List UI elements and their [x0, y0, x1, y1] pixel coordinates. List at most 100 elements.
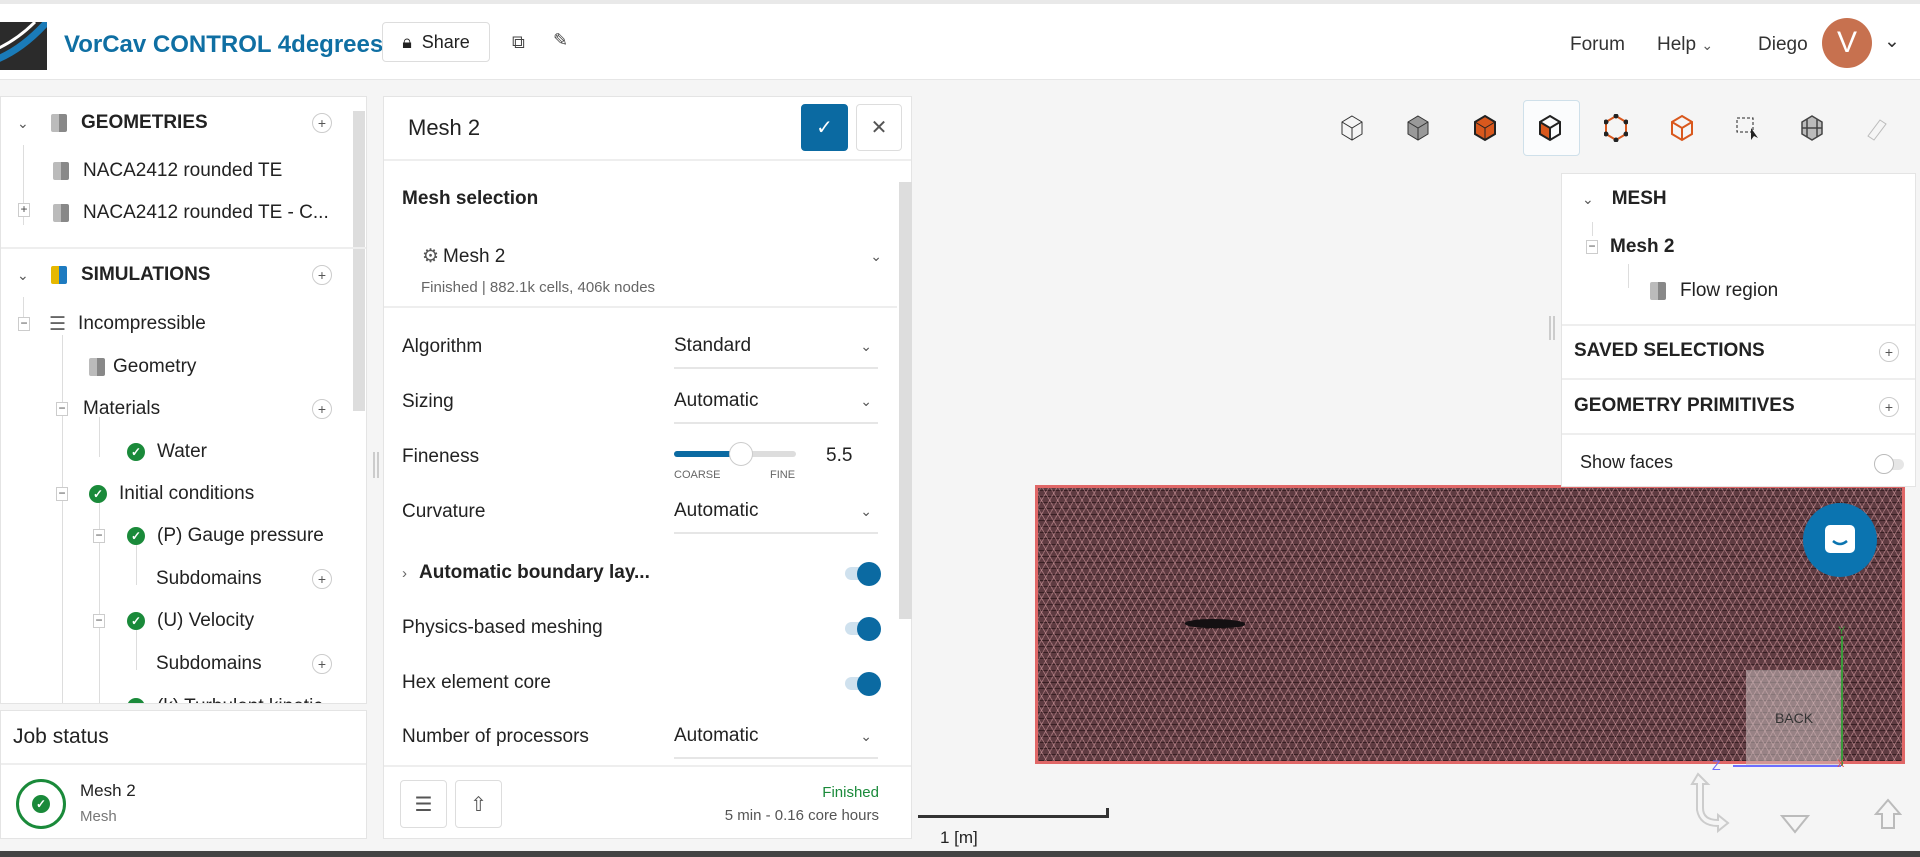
tree-item-velocity[interactable]: ✓(U) Velocity — [1, 601, 351, 641]
edge-select-icon[interactable] — [1662, 110, 1702, 146]
tree-item-incompressible[interactable]: ☰Incompressible — [1, 304, 351, 344]
algorithm-dropdown[interactable]: Standard⌄ — [674, 325, 878, 369]
copy-icon[interactable]: ⧉ — [512, 32, 525, 53]
simulations-header[interactable]: ⌄ SIMULATIONS — [1, 255, 351, 295]
geometry-primitives-header[interactable]: GEOMETRY PRIMITIVES — [1574, 395, 1915, 417]
share-label: Share — [422, 32, 470, 53]
processors-dropdown[interactable]: Automatic⌄ — [674, 715, 878, 759]
item-label: Water — [157, 441, 207, 463]
hex-core-toggle[interactable] — [841, 672, 881, 694]
mesh-info: Finished | 882.1k cells, 406k nodes — [421, 279, 655, 296]
tree-item-geometry-assignment[interactable]: Geometry — [1, 347, 351, 387]
scale-bar — [918, 815, 1108, 818]
tree-item-turbulent[interactable]: ✓(k) Turbulent kinetic... — [1, 687, 351, 704]
sizing-dropdown[interactable]: Automatic ⌄ — [674, 380, 878, 424]
region-cube-icon — [1650, 282, 1666, 300]
item-label: Initial conditions — [119, 483, 254, 505]
item-label: NACA2412 rounded TE — [83, 160, 282, 182]
flow-region-item[interactable]: Flow region — [1650, 280, 1915, 302]
tree-item-subdomains[interactable]: Subdomains — [1, 559, 351, 599]
tree-item-water[interactable]: ✓Water — [1, 432, 351, 472]
user-name[interactable]: Diego — [1758, 34, 1808, 56]
view-down-triangle-icon[interactable] — [1780, 814, 1810, 839]
confirm-check-button[interactable]: ✓ — [801, 104, 848, 151]
saved-selections-header[interactable]: SAVED SELECTIONS — [1574, 340, 1915, 362]
dropdown-value: Automatic — [674, 390, 758, 412]
export-button[interactable]: ⇧ — [455, 780, 502, 828]
chat-button[interactable] — [1803, 503, 1877, 577]
mesh-view-icon[interactable] — [1792, 110, 1832, 146]
fineness-row: Fineness 5.5 COARSE FINE — [402, 437, 881, 477]
mesh-item[interactable]: Mesh 2 — [1610, 236, 1915, 258]
scrollbar[interactable] — [353, 111, 365, 411]
chevron-down-icon: ⌄ — [17, 267, 51, 284]
logo[interactable] — [0, 22, 47, 70]
tree-item-geometry[interactable]: NACA2412 rounded TE - C... — [1, 193, 351, 233]
tree-item-geometry[interactable]: NACA2412 rounded TE — [1, 151, 351, 191]
avatar[interactable]: V — [1822, 18, 1872, 68]
scrollbar[interactable] — [899, 182, 912, 619]
scale-label: 1 [m] — [940, 828, 978, 848]
geometries-label: GEOMETRIES — [81, 112, 208, 134]
tree-item-materials[interactable]: Materials — [1, 389, 351, 429]
view-cube-back-face[interactable]: BACK — [1746, 670, 1842, 765]
chevron-down-icon: ⌄ — [860, 393, 872, 410]
simulations-icon — [51, 266, 67, 284]
solid-view-icon[interactable] — [1398, 110, 1438, 146]
user-menu-chevron-icon[interactable]: ⌄ — [1884, 30, 1900, 53]
vertex-select-icon[interactable] — [1596, 110, 1636, 146]
item-label: (k) Turbulent kinetic... — [157, 696, 339, 704]
close-button[interactable]: ✕ — [856, 104, 902, 151]
face-select-icon[interactable] — [1530, 110, 1570, 146]
item-label: Subdomains — [156, 568, 262, 590]
add-geometry-button[interactable]: + — [312, 113, 332, 133]
fineness-value: 5.5 — [826, 445, 852, 467]
resize-handle[interactable] — [1549, 316, 1555, 340]
box-select-icon[interactable] — [1727, 110, 1767, 146]
selected-mesh-label: Mesh 2 — [443, 246, 505, 268]
solid-orange-view-icon[interactable] — [1465, 110, 1505, 146]
geometries-header[interactable]: ⌄ GEOMETRIES — [1, 103, 351, 143]
forum-link[interactable]: Forum — [1570, 34, 1625, 56]
item-label: NACA2412 rounded TE - C... — [83, 202, 329, 224]
add-simulation-button[interactable]: + — [312, 265, 332, 285]
job-name[interactable]: Mesh 2 — [80, 781, 136, 801]
item-label: Materials — [83, 398, 160, 420]
rotate-view-icon[interactable] — [1688, 770, 1748, 839]
mesh-section-header[interactable]: ⌄MESH — [1582, 188, 1915, 210]
boundary-label: Automatic boundary lay... — [419, 562, 650, 583]
show-faces-toggle[interactable] — [1874, 454, 1906, 474]
add-subdomain-button[interactable]: + — [312, 654, 332, 674]
x-axis-label: X — [1837, 758, 1844, 770]
add-material-button[interactable]: + — [312, 399, 332, 419]
pencil-icon[interactable]: ✎ — [553, 30, 568, 51]
tree-item-initial-conditions[interactable]: ✓Initial conditions — [1, 474, 351, 514]
help-menu[interactable]: Help ⌄ — [1657, 34, 1713, 56]
simulation-tree-panel: ⌄ GEOMETRIES + NACA2412 rounded TE + NAC… — [0, 96, 367, 704]
slider-handle[interactable] — [729, 442, 753, 466]
job-status-title: Job status — [13, 725, 109, 749]
physics-meshing-toggle[interactable] — [841, 617, 881, 639]
share-button[interactable]: 🔒︎Share — [382, 22, 490, 62]
tree-item-gauge-pressure[interactable]: ✓(P) Gauge pressure — [1, 516, 351, 556]
field-label: Algorithm — [402, 336, 482, 358]
fineness-slider[interactable] — [674, 451, 796, 457]
list-button[interactable]: ☰ — [400, 780, 447, 828]
wireframe-view-icon[interactable] — [1332, 110, 1372, 146]
chevron-down-icon: ⌄ — [1582, 191, 1594, 208]
add-subdomain-button[interactable]: + — [312, 569, 332, 589]
chevron-down-icon: ⌄ — [870, 248, 882, 265]
add-geometry-primitive-button[interactable]: + — [1879, 397, 1899, 417]
resize-handle[interactable] — [373, 452, 379, 478]
boundary-layer-row[interactable]: ›Automatic boundary lay... — [402, 553, 881, 593]
selection-panel: ⌄MESH − Mesh 2 Flow region SAVED SELECTI… — [1561, 173, 1916, 487]
tree-item-subdomains[interactable]: Subdomains — [1, 644, 351, 684]
curvature-dropdown[interactable]: Automatic⌄ — [674, 490, 878, 534]
job-type: Mesh — [80, 808, 117, 825]
add-saved-selection-button[interactable]: + — [1879, 342, 1899, 362]
collapse-icon[interactable]: − — [1586, 240, 1598, 254]
boundary-layer-toggle[interactable] — [841, 562, 881, 584]
home-view-icon[interactable] — [1874, 798, 1902, 835]
mesh-selector[interactable]: ⚙︎Mesh 2 ⌄ — [422, 245, 882, 268]
physics-icon: ☰ — [49, 313, 66, 336]
